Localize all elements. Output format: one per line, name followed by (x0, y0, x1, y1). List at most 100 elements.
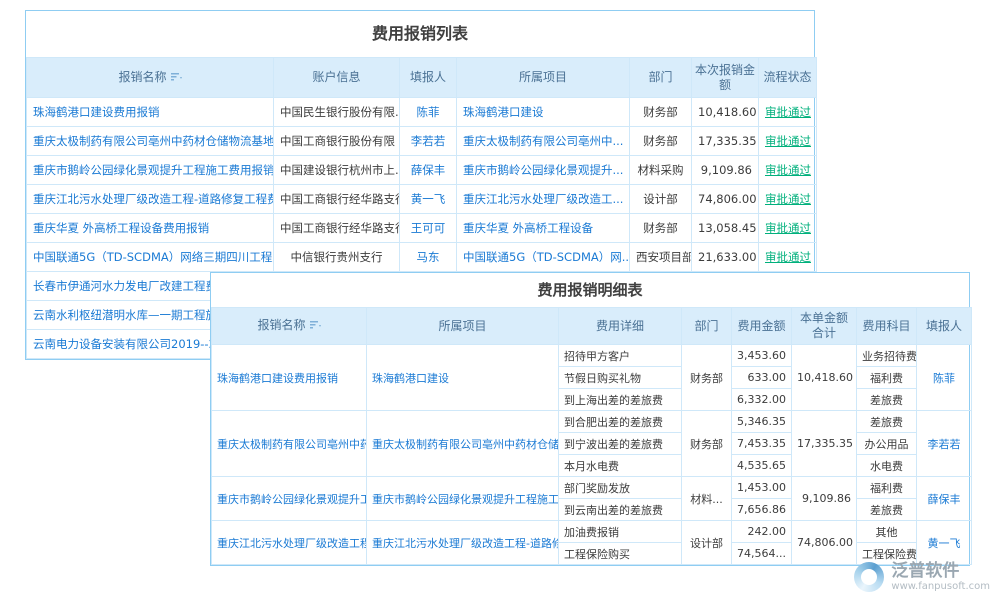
status-link[interactable]: 审批通过 (759, 243, 817, 272)
list-column-header-2[interactable]: 账户信息 (274, 58, 400, 98)
detail-filler-link[interactable]: 黄一飞 (917, 521, 972, 565)
list-column-header-7[interactable]: 流程状态 (759, 58, 817, 98)
expense-subject: 差旅费 (857, 499, 917, 521)
detail-project-link[interactable]: 重庆太极制药有限公司亳州中药材仓储物流 (367, 411, 559, 477)
department: 设计部 (630, 185, 692, 214)
list-row: 重庆太极制药有限公司亳州中药材仓储物流基地项...中国工商银行股份有限李若若重庆… (27, 127, 817, 156)
expense-detail-item: 招待甲方客户 (559, 345, 682, 367)
detail-column-header-3[interactable]: 费用详细 (559, 308, 682, 345)
expense-amount: 7,656.86 (732, 499, 792, 521)
account-info: 中国工商银行经华路支行 (274, 214, 400, 243)
list-row: 珠海鹤港口建设费用报销中国民生银行股份有限...陈菲珠海鹤港口建设财务部10,4… (27, 98, 817, 127)
fanpu-logo-url: www.fanpusoft.com (891, 581, 990, 592)
expense-subject: 办公用品 (857, 433, 917, 455)
detail-project-link[interactable]: 重庆江北污水处理厂级改造工程-道路修复工 (367, 521, 559, 565)
expense-list-title: 费用报销列表 (26, 11, 814, 57)
expense-amount: 633.00 (732, 367, 792, 389)
total-amount: 74,806.00 (792, 521, 857, 565)
department: 财务部 (630, 127, 692, 156)
account-info: 中国建设银行杭州市上... (274, 156, 400, 185)
reimburse-amount: 9,109.86 (692, 156, 759, 185)
detail-department: 设计部 (682, 521, 732, 565)
project-link[interactable]: 中国联通5G（TD-SCDMA）网... (457, 243, 630, 272)
expense-detail-item: 到云南出差的差旅费 (559, 499, 682, 521)
expense-detail-title: 费用报销明细表 (211, 273, 969, 307)
detail-filler-link[interactable]: 陈菲 (917, 345, 972, 411)
detail-column-header-2[interactable]: 所属项目 (367, 308, 559, 345)
expense-amount: 7,453.35 (732, 433, 792, 455)
reimburse-name-link[interactable]: 重庆太极制药有限公司亳州中药材仓储物流基地项... (27, 127, 274, 156)
reimburse-name-link[interactable]: 重庆江北污水处理厂级改造工程-道路修复工程费用... (27, 185, 274, 214)
reimburse-name-link[interactable]: 中国联通5G（TD-SCDMA）网络三期四川工程费... (27, 243, 274, 272)
filler-link[interactable]: 马东 (400, 243, 457, 272)
expense-detail-item: 到上海出差的差旅费 (559, 389, 682, 411)
list-row: 中国联通5G（TD-SCDMA）网络三期四川工程费...中信银行贵州支行马东中国… (27, 243, 817, 272)
department: 财务部 (630, 214, 692, 243)
list-column-header-3[interactable]: 填报人 (400, 58, 457, 98)
status-link[interactable]: 审批通过 (759, 214, 817, 243)
sort-icon[interactable] (171, 71, 182, 86)
list-column-header-1[interactable]: 报销名称 (27, 58, 274, 98)
detail-filler-link[interactable]: 李若若 (917, 411, 972, 477)
filler-link[interactable]: 薛保丰 (400, 156, 457, 185)
reimburse-name-link[interactable]: 重庆华夏 外高桥工程设备费用报销 (27, 214, 274, 243)
reimburse-amount: 13,058.45 (692, 214, 759, 243)
project-link[interactable]: 重庆太极制药有限公司亳州中... (457, 127, 630, 156)
account-info: 中国工商银行经华路支行 (274, 185, 400, 214)
total-amount: 9,109.86 (792, 477, 857, 521)
project-link[interactable]: 重庆华夏 外高桥工程设备 (457, 214, 630, 243)
reimburse-amount: 17,335.35 (692, 127, 759, 156)
detail-reimburse-name-link[interactable]: 重庆太极制药有限公司亳州中药材 (212, 411, 367, 477)
reimburse-name-link[interactable]: 珠海鹤港口建设费用报销 (27, 98, 274, 127)
project-link[interactable]: 重庆江北污水处理厂级改造工... (457, 185, 630, 214)
filler-link[interactable]: 陈菲 (400, 98, 457, 127)
fanpu-logo-icon (854, 562, 884, 592)
detail-department: 财务部 (682, 345, 732, 411)
expense-amount: 6,332.00 (732, 389, 792, 411)
detail-column-header-6[interactable]: 本单金额合计 (792, 308, 857, 345)
reimburse-name-link[interactable]: 重庆市鹅岭公园绿化景观提升工程施工费用报销 (27, 156, 274, 185)
project-link[interactable]: 珠海鹤港口建设 (457, 98, 630, 127)
status-link[interactable]: 审批通过 (759, 98, 817, 127)
total-amount: 10,418.60 (792, 345, 857, 411)
status-link[interactable]: 审批通过 (759, 127, 817, 156)
status-link[interactable]: 审批通过 (759, 185, 817, 214)
expense-detail-item: 部门奖励发放 (559, 477, 682, 499)
expense-detail-item: 节假日购买礼物 (559, 367, 682, 389)
filler-link[interactable]: 李若若 (400, 127, 457, 156)
detail-column-header-7[interactable]: 费用科目 (857, 308, 917, 345)
detail-project-link[interactable]: 珠海鹤港口建设 (367, 345, 559, 411)
detail-reimburse-name-link[interactable]: 重庆江北污水处理厂级改造工程- (212, 521, 367, 565)
detail-column-header-5[interactable]: 费用金额 (732, 308, 792, 345)
fanpu-logo-text: 泛普软件 www.fanpusoft.com (891, 562, 990, 592)
expense-list-header-row: 报销名称账户信息填报人所属项目部门本次报销金额流程状态 (27, 58, 817, 98)
detail-row: 重庆市鹅岭公园绿化景观提升工程重庆市鹅岭公园绿化景观提升工程施工部门奖励发放材料… (212, 477, 972, 499)
status-link[interactable]: 审批通过 (759, 156, 817, 185)
list-column-header-6[interactable]: 本次报销金额 (692, 58, 759, 98)
expense-detail-body: 珠海鹤港口建设费用报销珠海鹤港口建设招待甲方客户财务部3,453.6010,41… (212, 345, 972, 565)
detail-filler-link[interactable]: 薛保丰 (917, 477, 972, 521)
expense-subject: 其他 (857, 521, 917, 543)
detail-column-header-4[interactable]: 部门 (682, 308, 732, 345)
detail-reimburse-name-link[interactable]: 重庆市鹅岭公园绿化景观提升工程 (212, 477, 367, 521)
reimburse-amount: 74,806.00 (692, 185, 759, 214)
sort-icon[interactable] (310, 319, 321, 334)
detail-department: 材料... (682, 477, 732, 521)
filler-link[interactable]: 王可可 (400, 214, 457, 243)
detail-reimburse-name-link[interactable]: 珠海鹤港口建设费用报销 (212, 345, 367, 411)
detail-column-header-1[interactable]: 报销名称 (212, 308, 367, 345)
expense-amount: 3,453.60 (732, 345, 792, 367)
filler-link[interactable]: 黄一飞 (400, 185, 457, 214)
expense-amount: 1,453.00 (732, 477, 792, 499)
detail-column-header-8[interactable]: 填报人 (917, 308, 972, 345)
department: 材料采购 (630, 156, 692, 185)
detail-project-link[interactable]: 重庆市鹅岭公园绿化景观提升工程施工 (367, 477, 559, 521)
project-link[interactable]: 重庆市鹅岭公园绿化景观提升... (457, 156, 630, 185)
list-column-header-4[interactable]: 所属项目 (457, 58, 630, 98)
detail-row: 重庆江北污水处理厂级改造工程-重庆江北污水处理厂级改造工程-道路修复工加油费报销… (212, 521, 972, 543)
list-column-header-5[interactable]: 部门 (630, 58, 692, 98)
fanpu-logo: 泛普软件 www.fanpusoft.com (854, 562, 990, 592)
list-row: 重庆华夏 外高桥工程设备费用报销中国工商银行经华路支行王可可重庆华夏 外高桥工程… (27, 214, 817, 243)
expense-subject: 差旅费 (857, 389, 917, 411)
expense-subject: 水电费 (857, 455, 917, 477)
